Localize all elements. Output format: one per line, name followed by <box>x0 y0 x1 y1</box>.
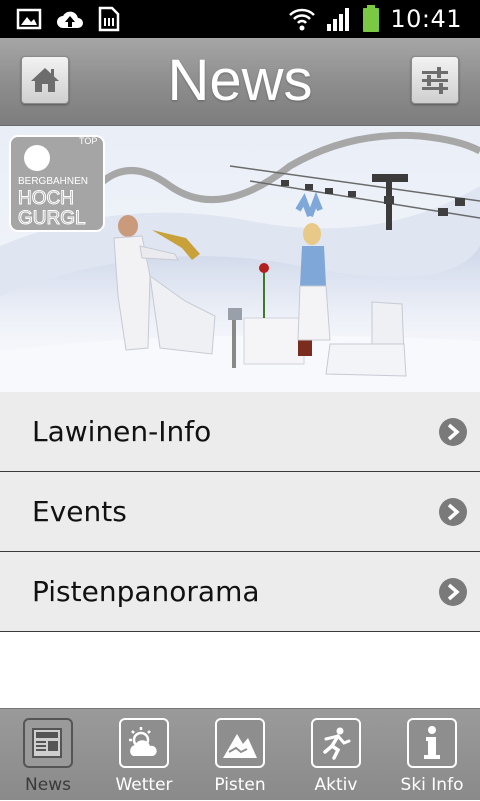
tab-label: Pisten <box>214 775 266 795</box>
menu-item-label: Pistenpanorama <box>32 575 260 608</box>
tab-label: News <box>25 775 71 795</box>
newspaper-icon <box>23 718 73 768</box>
menu-item-label: Events <box>32 495 127 528</box>
settings-button[interactable] <box>411 56 459 104</box>
logo-text-bergbahnen: BERGBAHNEN <box>18 176 88 187</box>
tab-news[interactable]: News <box>0 709 96 801</box>
menu-item-pistenpanorama[interactable]: Pistenpanorama <box>0 552 480 632</box>
signal-icon <box>327 8 350 31</box>
tab-aktiv[interactable]: Aktiv <box>288 709 384 801</box>
image-icon <box>16 8 42 30</box>
mountain-icon <box>215 718 265 768</box>
notification-icons <box>16 6 120 32</box>
weather-icon <box>119 718 169 768</box>
chevron-right-icon <box>439 498 467 526</box>
cloud-upload-icon <box>57 11 83 28</box>
ski-scene-illustration: TOP BERGBAHNEN HOCH GURGL <box>0 126 480 392</box>
chevron-right-icon <box>439 578 467 606</box>
app-header: News <box>0 38 480 126</box>
tab-pisten[interactable]: Pisten <box>192 709 288 801</box>
banner-image: TOP BERGBAHNEN HOCH GURGL <box>0 126 480 392</box>
clock: 10:41 <box>390 5 462 33</box>
running-man-icon <box>311 718 361 768</box>
sd-card-icon <box>98 6 120 32</box>
menu-list: Lawinen-Info Events Pistenpanorama <box>0 392 480 632</box>
tab-label: Aktiv <box>314 775 358 795</box>
logo-text-gurgl: GURGL <box>18 208 86 229</box>
system-icons: 10:41 <box>288 0 462 38</box>
tab-label: Wetter <box>115 775 173 795</box>
tab-label: Ski Info <box>400 775 464 795</box>
settings-sliders-icon <box>422 67 448 94</box>
chevron-right-icon <box>439 418 467 446</box>
tab-wetter[interactable]: Wetter <box>96 709 192 801</box>
menu-item-label: Lawinen-Info <box>32 415 212 448</box>
bottom-tab-bar: News Wetter Pisten Aktiv Ski Info <box>0 708 480 800</box>
logo-text-top: TOP <box>79 136 97 146</box>
page-title: News <box>167 48 313 113</box>
status-bar: 10:41 <box>0 0 480 38</box>
logo-text-hoch: HOCH <box>18 188 74 209</box>
info-icon <box>407 718 457 768</box>
menu-item-events[interactable]: Events <box>0 472 480 552</box>
tab-ski-info[interactable]: Ski Info <box>384 709 480 801</box>
battery-icon <box>363 5 380 32</box>
wifi-icon <box>289 8 316 31</box>
menu-item-lawinen-info[interactable]: Lawinen-Info <box>0 392 480 472</box>
